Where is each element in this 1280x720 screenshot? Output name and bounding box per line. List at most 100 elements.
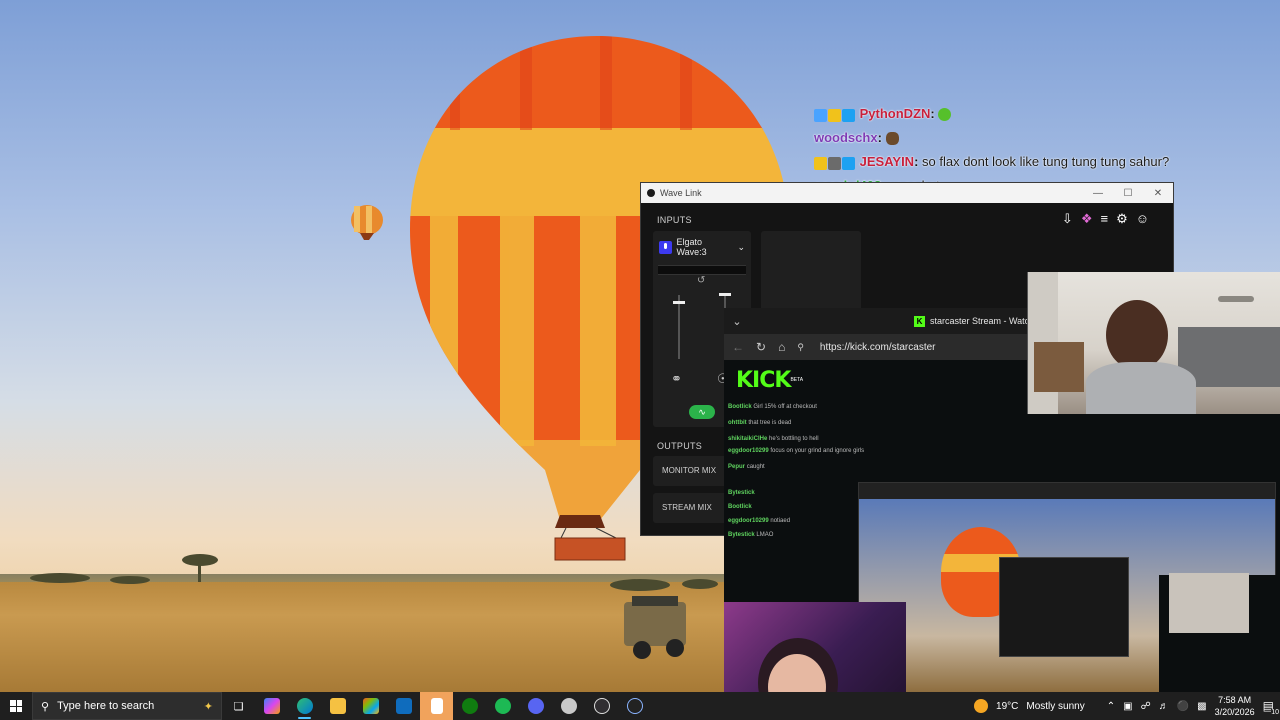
store-icon <box>362 698 379 714</box>
maximize-icon[interactable]: ☐ <box>1113 188 1143 199</box>
account-icon[interactable]: ☺ <box>1136 211 1149 227</box>
webcam-furniture <box>1034 342 1084 392</box>
taskbar-search[interactable]: ⚲ Type here to search ✦ <box>32 692 222 720</box>
home-icon[interactable]: ⌂ <box>778 340 785 354</box>
tab-list-dropdown-icon[interactable]: ⌄ <box>724 315 750 328</box>
xbox-app[interactable] <box>453 692 486 720</box>
display-icon[interactable]: ▩ <box>1197 701 1206 712</box>
chat-line: woodschx: <box>814 126 1274 150</box>
task-view-button[interactable]: ❏ <box>222 692 255 720</box>
level-meter <box>658 265 746 275</box>
copilot-icon <box>263 698 280 714</box>
gear-icon[interactable]: ⚙ <box>1116 211 1128 227</box>
stream-mix-label: STREAM MIX <box>662 503 712 512</box>
monitor-mix-label: MONITOR MIX <box>662 466 717 475</box>
weather-temp[interactable]: 19°C <box>996 701 1018 712</box>
notepad-app[interactable] <box>420 692 453 720</box>
store-app[interactable] <box>354 692 387 720</box>
link-icon[interactable]: ↺ <box>697 275 705 286</box>
copilot-sparkle-icon: ✦ <box>203 700 213 713</box>
stream-slider-knob[interactable] <box>719 293 731 296</box>
wave-link-app[interactable] <box>618 692 651 720</box>
kick-logo[interactable]: KICK <box>736 368 791 393</box>
inputs-label: INPUTS <box>657 215 692 225</box>
ceiling-fan <box>1218 296 1254 302</box>
system-tray: 19°C Mostly sunny ⌃ ▣ ☍ ♬ ⚫ ▩ 7:58 AM 3/… <box>974 694 1280 718</box>
outputs-label: OUTPUTS <box>657 441 703 451</box>
windows-logo-icon <box>10 700 22 712</box>
weather-sun-icon[interactable] <box>974 699 989 713</box>
badge-icon <box>828 156 841 170</box>
plugins-icon[interactable]: ❖ <box>1081 211 1093 227</box>
chat-line: Bootlick Girl 15% off at checkout <box>728 404 817 410</box>
clock[interactable]: 7:58 AM 3/20/2026 <box>1215 694 1255 718</box>
refresh-icon[interactable]: ↻ <box>756 340 766 354</box>
file-explorer-app[interactable] <box>321 692 354 720</box>
person-head <box>1106 300 1168 370</box>
microphone-icon[interactable]: ⚫ <box>1177 701 1189 712</box>
nested-webcam <box>1169 573 1249 633</box>
download-icon[interactable]: ⇩ <box>1062 211 1073 227</box>
discord-app[interactable] <box>519 692 552 720</box>
wave-link-title: Wave Link <box>660 188 702 198</box>
wave-link-logo-icon <box>647 189 655 197</box>
monitor-slider-knob[interactable] <box>673 301 685 304</box>
badge-icon <box>842 156 855 170</box>
mixer-settings-icon[interactable]: ≡ <box>1100 211 1108 227</box>
edge-icon <box>296 698 313 714</box>
xbox-icon <box>461 698 478 714</box>
webcam-overlay <box>1027 272 1280 414</box>
wave-link-titlebar[interactable]: Wave Link — ☐ ✕ <box>641 183 1173 203</box>
spotify-app[interactable] <box>486 692 519 720</box>
chevron-down-icon: ⌄ <box>737 241 745 252</box>
stream-deck-app[interactable] <box>552 692 585 720</box>
notification-count: 10 <box>1271 709 1279 716</box>
weather-text[interactable]: Mostly sunny <box>1026 701 1084 712</box>
close-icon[interactable]: ✕ <box>1143 188 1173 199</box>
monitor-slider-track[interactable] <box>678 295 680 359</box>
search-icon: ⚲ <box>41 700 50 713</box>
headphones-icon[interactable]: ⚭ <box>671 371 682 387</box>
task-view-icon: ❏ <box>233 700 244 713</box>
stream-video-player[interactable] <box>858 482 1277 692</box>
notification-icon[interactable]: ▤ 10 <box>1263 699 1279 716</box>
clock-time: 7:58 AM <box>1218 695 1252 705</box>
device-name: Elgato Wave:3 <box>676 237 707 257</box>
badge-icon <box>814 156 827 170</box>
outlook-app[interactable] <box>387 692 420 720</box>
network-icon[interactable]: ☍ <box>1141 701 1151 712</box>
chat-line: Bytestick LMAO <box>728 532 774 538</box>
stream-deck-icon <box>560 698 577 714</box>
edge-app[interactable] <box>288 692 321 720</box>
chat-line: Pepur caught <box>728 464 765 470</box>
obs-app[interactable] <box>585 692 618 720</box>
chat-message: so flax dont look like tung tung tung sa… <box>922 154 1170 169</box>
chat-line: eggdoor10299 focus on your grind and ign… <box>728 448 865 454</box>
chat-line: eggdoor10299 notiaed <box>728 518 791 524</box>
chat-line: PythonDZN: <box>814 102 1274 126</box>
obs-icon <box>593 698 610 714</box>
minimize-icon[interactable]: — <box>1083 188 1113 199</box>
chevron-up-icon[interactable]: ⌃ <box>1107 701 1115 712</box>
copilot-app[interactable] <box>255 692 288 720</box>
back-icon[interactable]: ← <box>732 340 744 354</box>
device-selector[interactable]: Elgato Wave:3 ⌄ <box>653 231 751 263</box>
wave-link-icon <box>626 698 643 714</box>
lock-icon: ⚲ <box>797 341 804 352</box>
safari-vehicle <box>624 596 686 659</box>
chat-badges <box>814 151 856 175</box>
kick-favicon-icon: K <box>914 315 925 327</box>
discord-icon <box>527 698 544 714</box>
badge-icon <box>842 108 855 122</box>
tray-app-icon[interactable]: ▣ <box>1123 701 1132 712</box>
spotify-icon <box>494 698 511 714</box>
emote-icon <box>885 132 899 146</box>
folder-icon <box>329 698 346 714</box>
volume-icon[interactable]: ♬ <box>1159 701 1169 712</box>
effects-toggle-button[interactable]: ∿ <box>689 405 715 419</box>
address-bar[interactable]: https://kick.com/starcaster <box>820 342 936 353</box>
microphone-icon <box>659 240 672 254</box>
start-button[interactable] <box>0 692 32 720</box>
chat-line: shikitaikiCIHe he's bottling to hell <box>728 436 819 442</box>
chat-username: woodschx <box>814 130 878 145</box>
